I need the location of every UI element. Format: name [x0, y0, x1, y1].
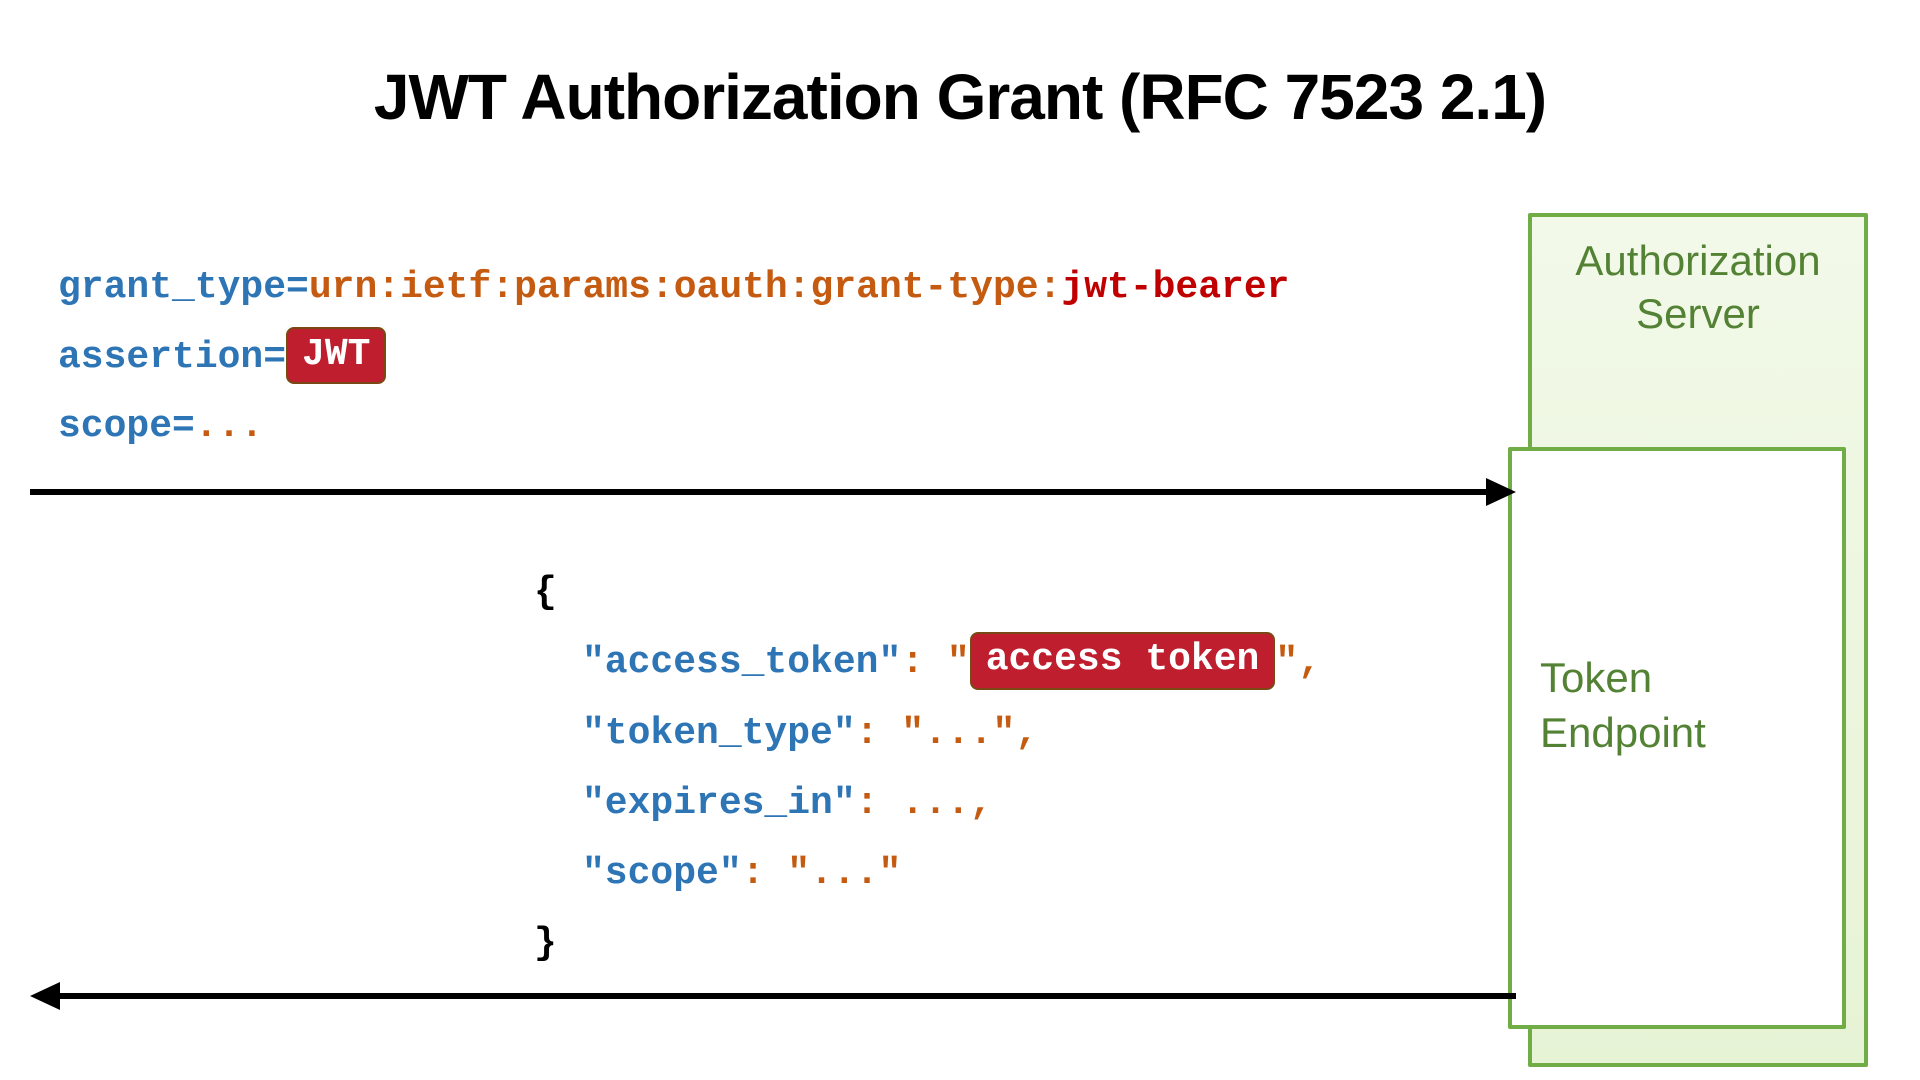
access-token-badge: access token [970, 632, 1276, 689]
arrow-shaft [30, 489, 1490, 495]
key-token-type: "token_type" [582, 712, 856, 755]
value-token-type: "..." [901, 712, 1015, 755]
grant-type-value-prefix: urn:ietf:params:oauth:grant-type: [309, 266, 1062, 309]
authorization-server-label: Authorization Server [1532, 217, 1864, 340]
equals-sign: = [263, 336, 286, 379]
key-scope: "scope" [582, 852, 742, 895]
colon: : [742, 852, 765, 895]
param-scope: scope [58, 405, 172, 448]
jwt-badge: JWT [286, 327, 386, 384]
request-line-grant-type: grant_type=urn:ietf:params:oauth:grant-t… [58, 253, 1289, 323]
request-line-assertion: assertion=JWT [58, 323, 1289, 393]
comma: , [970, 782, 993, 825]
response-block: { "access_token": "access token", "token… [534, 558, 1321, 980]
param-grant-type: grant_type [58, 266, 286, 309]
response-line-expires-in: "expires_in": ..., [534, 769, 1321, 839]
param-assertion: assertion [58, 336, 263, 379]
colon: : [856, 712, 879, 755]
response-line-token-type: "token_type": "...", [534, 699, 1321, 769]
comma: , [1298, 641, 1321, 684]
request-block: grant_type=urn:ietf:params:oauth:grant-t… [58, 253, 1289, 462]
arrow-head-right-icon [1486, 478, 1516, 506]
comma: , [1015, 712, 1038, 755]
response-close-brace: } [534, 909, 1321, 979]
response-line-access-token: "access_token": "access token", [534, 628, 1321, 698]
slide-title: JWT Authorization Grant (RFC 7523 2.1) [0, 60, 1920, 134]
auth-server-label-line2: Server [1636, 290, 1760, 337]
request-arrow [30, 478, 1516, 506]
arrow-shaft [56, 993, 1516, 999]
colon: : [901, 641, 924, 684]
grant-type-value-suffix: jwt-bearer [1061, 266, 1289, 309]
token-endpoint-label-line1: Token [1540, 654, 1652, 701]
response-line-scope: "scope": "..." [534, 839, 1321, 909]
equals-sign: = [172, 405, 195, 448]
value-scope: "..." [787, 852, 901, 895]
token-endpoint-label-line2: Endpoint [1540, 709, 1706, 756]
response-open-brace: { [534, 558, 1321, 628]
key-access-token: "access_token" [582, 641, 901, 684]
token-endpoint-label: Token Endpoint [1512, 451, 1842, 760]
auth-server-label-line1: Authorization [1575, 237, 1820, 284]
arrow-head-left-icon [30, 982, 60, 1010]
key-expires-in: "expires_in" [582, 782, 856, 825]
quote: " [1275, 641, 1298, 684]
scope-value: ... [195, 405, 263, 448]
token-endpoint-box: Token Endpoint [1508, 447, 1846, 1029]
colon: : [856, 782, 879, 825]
request-line-scope: scope=... [58, 392, 1289, 462]
equals-sign: = [286, 266, 309, 309]
response-arrow [30, 982, 1516, 1010]
brace-open: { [534, 571, 557, 614]
value-expires-in: ... [901, 782, 969, 825]
quote: " [947, 641, 970, 684]
brace-close: } [534, 922, 557, 965]
